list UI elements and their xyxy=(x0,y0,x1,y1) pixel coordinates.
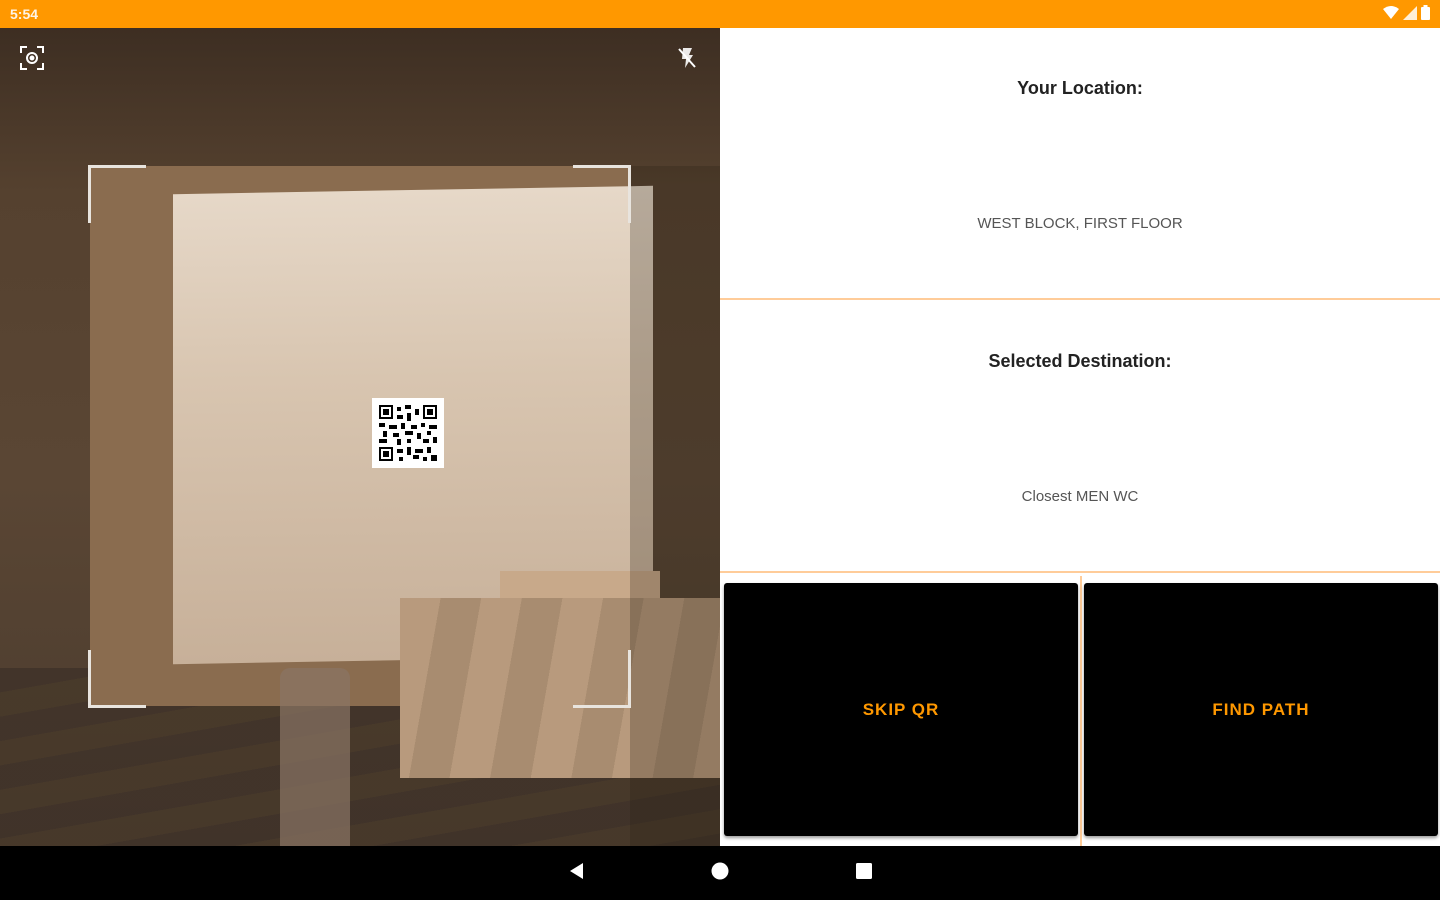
status-time: 5:54 xyxy=(10,6,39,22)
skip-qr-button[interactable]: SKIP QR xyxy=(724,583,1078,836)
destination-section: Selected Destination: Closest MEN WC xyxy=(720,301,1440,573)
button-divider xyxy=(1080,576,1082,846)
scan-frame-corner-bottom-left xyxy=(88,650,146,708)
back-icon xyxy=(567,861,587,886)
flash-toggle-button[interactable] xyxy=(670,43,704,77)
scan-frame-corner-bottom-right xyxy=(573,650,631,708)
camera-scene-shadow xyxy=(630,166,720,846)
status-bar: 5:54 xyxy=(0,0,1440,28)
recents-button[interactable] xyxy=(851,860,877,886)
scan-frame-corner-top-right xyxy=(573,165,631,223)
qr-code xyxy=(372,398,444,468)
flash-off-icon xyxy=(676,46,698,75)
location-section: Your Location: WEST BLOCK, FIRST FLOOR xyxy=(720,28,1440,300)
focus-icon xyxy=(19,45,45,76)
back-button[interactable] xyxy=(564,860,590,886)
recents-icon xyxy=(854,861,874,886)
wifi-icon xyxy=(1383,5,1399,25)
focus-button[interactable] xyxy=(15,43,49,77)
status-icons xyxy=(1383,5,1430,25)
home-icon xyxy=(710,861,730,886)
destination-title: Selected Destination: xyxy=(988,351,1172,371)
signal-icon xyxy=(1403,5,1417,25)
destination-value: Closest MEN WC xyxy=(1021,488,1139,505)
location-title: Your Location: xyxy=(1017,78,1143,98)
location-value: WEST BLOCK, FIRST FLOOR xyxy=(977,215,1183,232)
system-nav-bar xyxy=(0,846,1440,900)
camera-scene-chair xyxy=(280,668,350,846)
camera-preview[interactable] xyxy=(0,28,720,846)
find-path-button[interactable]: FIND PATH xyxy=(1084,583,1438,836)
battery-icon xyxy=(1421,5,1430,25)
navigation-panel: Your Location: WEST BLOCK, FIRST FLOOR S… xyxy=(720,28,1440,846)
home-button[interactable] xyxy=(707,860,733,886)
scan-frame-corner-top-left xyxy=(88,165,146,223)
